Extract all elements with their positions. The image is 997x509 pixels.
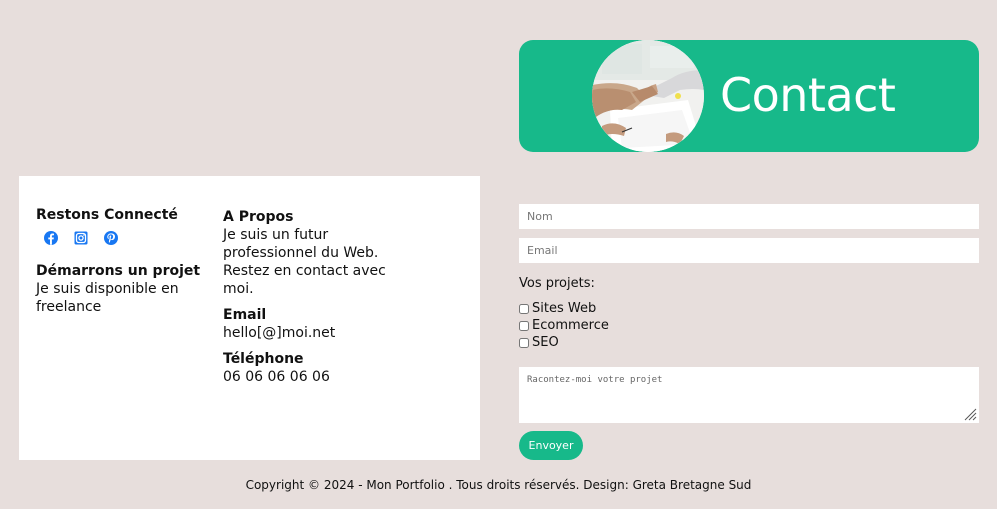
handshake-photo [592, 40, 704, 152]
pinterest-icon[interactable] [103, 230, 119, 246]
ecommerce-checkbox[interactable] [519, 320, 529, 331]
sites-web-checkbox[interactable] [519, 303, 529, 314]
info-right-column: A Propos Je suis un futur professionnel … [223, 208, 393, 386]
name-field[interactable] [519, 204, 979, 229]
option-label: Ecommerce [532, 318, 609, 333]
footer-copyright: Copyright © 2024 - Mon Portfolio . Tous … [245, 478, 752, 492]
email-field[interactable] [519, 238, 979, 263]
about-heading: A Propos [223, 209, 294, 225]
about-text: Je suis un futur professionnel du Web. R… [223, 227, 386, 297]
phone-heading: Téléphone [223, 351, 304, 367]
email-heading: Email [223, 307, 267, 323]
facebook-icon[interactable] [43, 230, 59, 246]
resize-handle-icon[interactable] [963, 407, 977, 421]
social-links [43, 230, 201, 246]
contact-banner: Contact [519, 40, 979, 152]
option-label: SEO [532, 335, 559, 350]
instagram-icon[interactable] [73, 230, 89, 246]
option-sites-web[interactable]: Sites Web [519, 300, 596, 317]
phone-value: 06 06 06 06 06 [223, 369, 330, 385]
option-label: Sites Web [532, 301, 597, 316]
projects-label: Vos projets: [519, 276, 595, 291]
project-heading: Démarrons un projet [36, 263, 201, 279]
option-ecommerce[interactable]: Ecommerce [519, 317, 609, 334]
project-text: Je suis disponible en freelance [36, 281, 179, 315]
page-title: Contact [720, 68, 896, 122]
info-card: Restons Connecté Démarrons un projet Je … [19, 176, 480, 460]
option-seo[interactable]: SEO [519, 334, 559, 351]
seo-checkbox[interactable] [519, 337, 529, 348]
info-left-column: Restons Connecté Démarrons un projet Je … [36, 206, 201, 316]
connect-heading: Restons Connecté [36, 207, 178, 223]
email-value: hello[@]moi.net [223, 325, 336, 341]
message-field[interactable] [519, 367, 979, 423]
send-button[interactable]: Envoyer [519, 431, 583, 460]
